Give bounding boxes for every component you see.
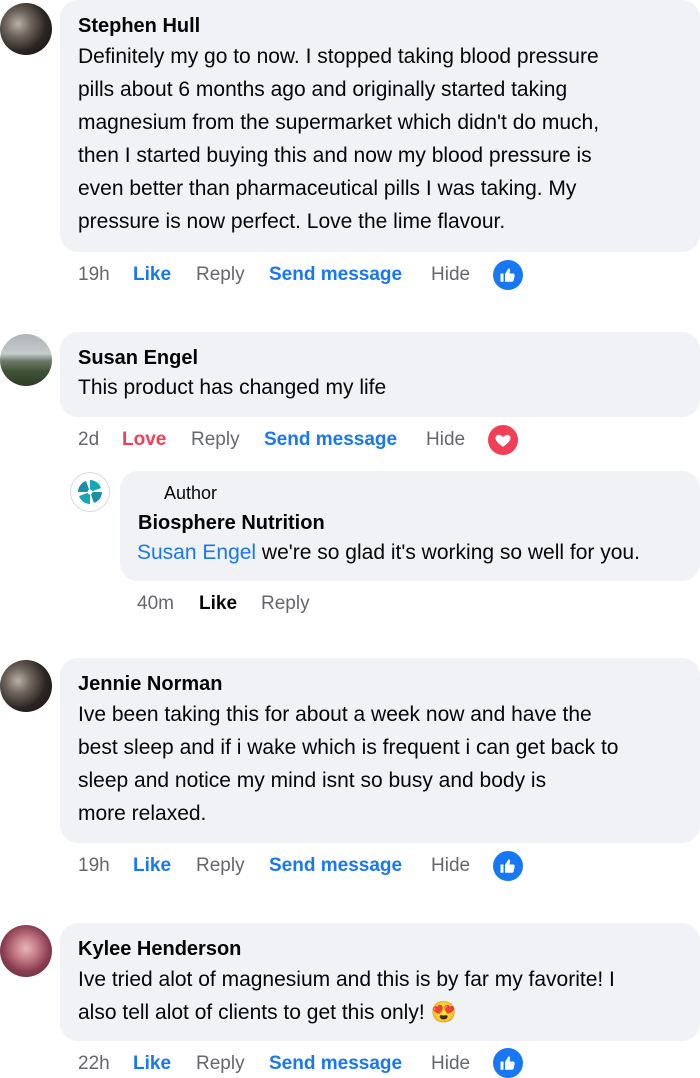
- comment-text: Definitely my go to now. I stopped takin…: [78, 45, 600, 233]
- like-icon[interactable]: [493, 260, 523, 290]
- comment-bubble: Stephen Hull Definitely my go to now. I …: [60, 0, 700, 252]
- timestamp[interactable]: 19h: [78, 263, 110, 287]
- commenter-name[interactable]: Jennie Norman: [78, 672, 222, 696]
- like-button[interactable]: Like: [199, 592, 237, 616]
- avatar[interactable]: [70, 472, 110, 512]
- reply-button[interactable]: Reply: [196, 854, 245, 878]
- reply-button[interactable]: Reply: [261, 592, 310, 616]
- avatar[interactable]: [0, 3, 52, 55]
- timestamp[interactable]: 40m: [137, 592, 174, 616]
- timestamp[interactable]: 2d: [78, 428, 99, 452]
- comment-text: Ive tried alot of magnesium and this is …: [78, 968, 615, 1024]
- comment-bubble: Kylee Henderson Ive tried alot of magnes…: [60, 923, 700, 1041]
- hide-button[interactable]: Hide: [431, 1052, 470, 1076]
- heart-eyes-emoji: 😍: [430, 1001, 457, 1024]
- send-message-button[interactable]: Send message: [269, 1052, 402, 1076]
- commenter-name[interactable]: Stephen Hull: [78, 14, 200, 38]
- reply-button[interactable]: Reply: [191, 428, 240, 452]
- biosphere-logo-icon: [77, 479, 103, 505]
- send-message-button[interactable]: Send message: [269, 263, 402, 287]
- comment-bubble: Jennie Norman Ive been taking this for a…: [60, 658, 700, 843]
- like-icon[interactable]: [493, 1048, 523, 1078]
- comment-bubble: Susan Engel This product has changed my …: [60, 332, 700, 417]
- like-button[interactable]: Like: [133, 1052, 171, 1076]
- hide-button[interactable]: Hide: [431, 854, 470, 878]
- like-button[interactable]: Like: [133, 854, 171, 878]
- avatar[interactable]: [0, 925, 52, 977]
- love-button[interactable]: Love: [122, 428, 166, 452]
- avatar[interactable]: [0, 660, 52, 712]
- hide-button[interactable]: Hide: [431, 263, 470, 287]
- love-icon[interactable]: [488, 425, 518, 455]
- mention-link[interactable]: Susan Engel: [137, 541, 256, 564]
- reply-button[interactable]: Reply: [196, 1052, 245, 1076]
- timestamp[interactable]: 22h: [78, 1052, 110, 1076]
- commenter-name[interactable]: Susan Engel: [78, 346, 198, 370]
- commenter-name[interactable]: Biosphere Nutrition: [138, 511, 325, 535]
- author-badge: Author: [164, 483, 218, 503]
- comment-text: Susan Engel we're so glad it's working s…: [137, 541, 640, 564]
- comment-text: This product has changed my life: [78, 376, 387, 399]
- hide-button[interactable]: Hide: [426, 428, 465, 452]
- commenter-name[interactable]: Kylee Henderson: [78, 937, 241, 961]
- reply-button[interactable]: Reply: [196, 263, 245, 287]
- comment-text: Ive been taking this for about a week no…: [78, 703, 619, 825]
- like-button[interactable]: Like: [133, 263, 171, 287]
- timestamp[interactable]: 19h: [78, 854, 110, 878]
- like-icon[interactable]: [493, 851, 523, 881]
- reply-bubble: Author Biosphere Nutrition Susan Engel w…: [120, 471, 700, 581]
- send-message-button[interactable]: Send message: [269, 854, 402, 878]
- avatar[interactable]: [0, 334, 52, 386]
- send-message-button[interactable]: Send message: [264, 428, 397, 452]
